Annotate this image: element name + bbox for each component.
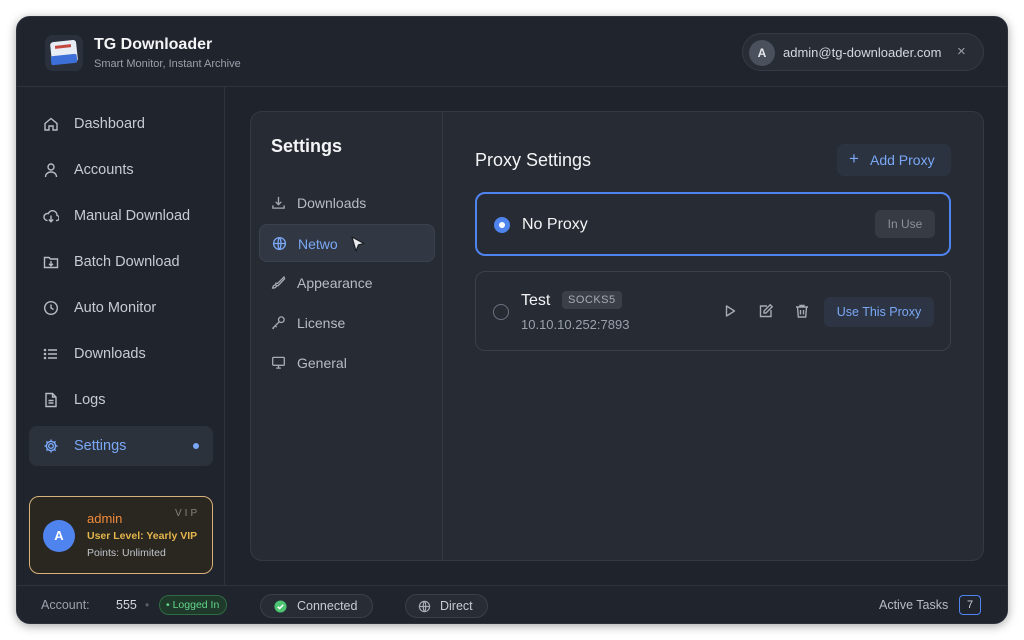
- proxy-option-none[interactable]: No Proxy In Use: [475, 192, 951, 256]
- active-tasks-label: Active Tasks: [879, 598, 949, 612]
- settings-title: Settings: [271, 136, 343, 156]
- settings-tab-label: License: [297, 315, 346, 331]
- proxy-name: Test: [521, 292, 551, 309]
- proxy-mode-status[interactable]: Direct: [405, 594, 488, 618]
- add-proxy-button[interactable]: + Add Proxy: [837, 144, 951, 176]
- add-proxy-label: Add Proxy: [870, 152, 935, 168]
- settings-panel: Settings Downloads Netwo Appearance Lice…: [250, 111, 984, 561]
- settings-tab-network[interactable]: Netwo: [259, 224, 435, 262]
- brush-icon: [271, 275, 286, 289]
- sidebar-item-label: Logs: [74, 392, 106, 408]
- sidebar-item-label: Downloads: [74, 346, 146, 362]
- sidebar-item-label: Settings: [74, 438, 127, 454]
- radio-selected[interactable]: [494, 217, 510, 233]
- globe-icon: [418, 600, 431, 613]
- proxy-name: No Proxy: [522, 216, 588, 233]
- status-bar: Account: 555 • • Logged In Connected Dir…: [17, 585, 1007, 623]
- sidebar-item-batch-download[interactable]: Batch Download: [29, 242, 213, 282]
- app-header: TG Downloader Smart Monitor, Instant Arc…: [17, 17, 1007, 87]
- plus-icon: +: [849, 149, 859, 168]
- vip-card[interactable]: A admin VIP User Level: Yearly VIP Point…: [29, 496, 213, 574]
- mouse-cursor-icon: [351, 236, 365, 252]
- download-icon: [272, 196, 285, 209]
- list-icon: [43, 348, 57, 360]
- app-window: TG Downloader Smart Monitor, Instant Arc…: [16, 16, 1008, 624]
- connection-label: Connected: [297, 599, 358, 613]
- connection-status[interactable]: Connected: [260, 594, 373, 618]
- proxy-settings-section: Proxy Settings + Add Proxy No Proxy In U…: [443, 112, 983, 560]
- sidebar-item-label: Batch Download: [74, 254, 180, 270]
- settings-tab-downloads[interactable]: Downloads: [259, 184, 435, 222]
- vip-tag: VIP: [175, 508, 201, 519]
- edit-icon[interactable]: [758, 303, 774, 319]
- sidebar-item-downloads[interactable]: Downloads: [29, 334, 213, 374]
- proxy-option-test[interactable]: Test SOCKS5 10.10.10.252:7893 Use This P…: [475, 271, 951, 351]
- proxy-type-badge: SOCKS5: [562, 291, 622, 309]
- trash-icon[interactable]: [794, 303, 810, 319]
- settings-tab-label: Netwo: [298, 236, 338, 252]
- status-badge: In Use: [875, 210, 935, 238]
- close-icon[interactable]: ×: [957, 43, 966, 60]
- avatar: A: [43, 520, 75, 552]
- globe-icon: [272, 236, 287, 251]
- separator: •: [145, 598, 150, 612]
- settings-tab-label: General: [297, 355, 347, 371]
- cloud-download-icon: [43, 210, 59, 223]
- clock-icon: [43, 300, 59, 316]
- vip-points: Points: Unlimited: [87, 547, 166, 559]
- proxy-address: 10.10.10.252:7893: [521, 317, 630, 332]
- settings-tab-appearance[interactable]: Appearance: [259, 264, 435, 302]
- user-icon: [44, 163, 58, 178]
- sidebar-item-label: Accounts: [74, 162, 134, 178]
- check-circle-icon: [274, 600, 287, 613]
- sidebar-item-accounts[interactable]: Accounts: [29, 150, 213, 190]
- user-avatar: A: [749, 40, 775, 66]
- monitor-icon: [272, 356, 285, 369]
- account-label: Account:: [41, 598, 90, 612]
- home-icon: [44, 117, 58, 131]
- settings-tab-label: Downloads: [297, 195, 367, 211]
- gear-icon: [44, 439, 58, 453]
- folder-download-icon: [43, 256, 59, 269]
- play-icon[interactable]: [722, 303, 738, 319]
- sidebar-item-logs[interactable]: Logs: [29, 380, 213, 420]
- proxy-mode-label: Direct: [440, 599, 473, 613]
- file-text-icon: [45, 392, 57, 408]
- account-count: 555: [116, 598, 137, 612]
- settings-tab-license[interactable]: License: [259, 304, 435, 342]
- vip-level: User Level: Yearly VIP: [87, 530, 198, 542]
- sidebar-item-dashboard[interactable]: Dashboard: [29, 104, 213, 144]
- sidebar-item-label: Dashboard: [74, 116, 145, 132]
- logged-in-badge: • Logged In: [159, 595, 228, 615]
- sidebar-item-label: Auto Monitor: [74, 300, 157, 316]
- app-title: TG Downloader: [94, 36, 213, 53]
- section-title: Proxy Settings: [475, 150, 592, 170]
- app-logo-icon: [45, 35, 83, 71]
- active-indicator: [193, 443, 199, 449]
- sidebar: Dashboard Accounts Manual Download Batch…: [17, 87, 225, 585]
- sidebar-item-manual-download[interactable]: Manual Download: [29, 196, 213, 236]
- sidebar-item-label: Manual Download: [74, 208, 191, 224]
- app-subtitle: Smart Monitor, Instant Archive: [94, 58, 241, 70]
- radio-unselected[interactable]: [493, 304, 509, 320]
- vip-username: admin: [87, 511, 123, 526]
- active-tasks-count[interactable]: 7: [959, 595, 981, 615]
- sidebar-item-settings[interactable]: Settings: [29, 426, 213, 466]
- settings-tab-label: Appearance: [297, 275, 373, 291]
- use-this-proxy-button[interactable]: Use This Proxy: [824, 297, 934, 327]
- settings-nav: Settings Downloads Netwo Appearance Lice…: [251, 112, 443, 560]
- key-icon: [271, 316, 285, 330]
- user-menu[interactable]: A admin@tg-downloader.com ×: [742, 33, 984, 71]
- user-email: admin@tg-downloader.com: [783, 45, 942, 60]
- settings-tab-general[interactable]: General: [259, 344, 435, 382]
- sidebar-item-auto-monitor[interactable]: Auto Monitor: [29, 288, 213, 328]
